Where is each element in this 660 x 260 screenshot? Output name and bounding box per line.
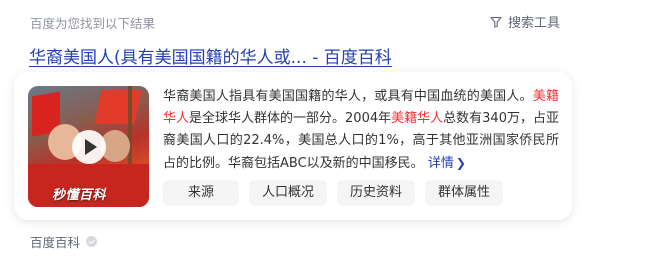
search-tools-button[interactable]: 搜索工具 xyxy=(490,12,560,31)
video-thumbnail[interactable]: 秒懂百科 xyxy=(28,86,149,207)
keyword-highlight: 美籍华人 xyxy=(391,111,444,126)
result-source: 百度百科 xyxy=(30,232,98,251)
description-text: 是全球华人群体的一部分。2004年 xyxy=(189,111,392,126)
play-icon[interactable] xyxy=(72,130,106,164)
tag-button-population[interactable]: 人口概况 xyxy=(249,180,327,206)
search-tools-label: 搜索工具 xyxy=(508,16,561,31)
video-watermark-logo: 秒懂百科 xyxy=(52,188,107,203)
result-title-link[interactable]: 华裔美国人(具有美国国籍的华人或... - 百度百科 xyxy=(29,43,392,68)
result-description: 华裔美国人指具有美国国籍的华人，或具有中国血统的美国人。美籍华人是全球华人群体的… xyxy=(163,86,559,175)
related-tags: 来源 人口概况 历史资料 群体属性 xyxy=(163,180,503,206)
verified-shield-icon[interactable] xyxy=(86,236,98,247)
results-header: 百度为您找到以下结果 搜索工具 xyxy=(0,0,660,36)
more-details-link[interactable]: 详情 ❯ xyxy=(428,156,466,171)
tag-button-history[interactable]: 历史资料 xyxy=(337,180,415,206)
tag-button-source[interactable]: 来源 xyxy=(163,180,239,206)
description-text: 华裔美国人指具有美国国籍的华人，或具有中国血统的美国人。 xyxy=(163,89,533,104)
filter-icon xyxy=(490,16,502,28)
source-name: 百度百科 xyxy=(30,235,81,250)
chevron-right-icon: ❯ xyxy=(455,156,466,170)
result-count-text: 百度为您找到以下结果 xyxy=(30,16,156,31)
tag-button-attributes[interactable]: 群体属性 xyxy=(425,180,503,206)
flag-shape xyxy=(94,90,142,124)
